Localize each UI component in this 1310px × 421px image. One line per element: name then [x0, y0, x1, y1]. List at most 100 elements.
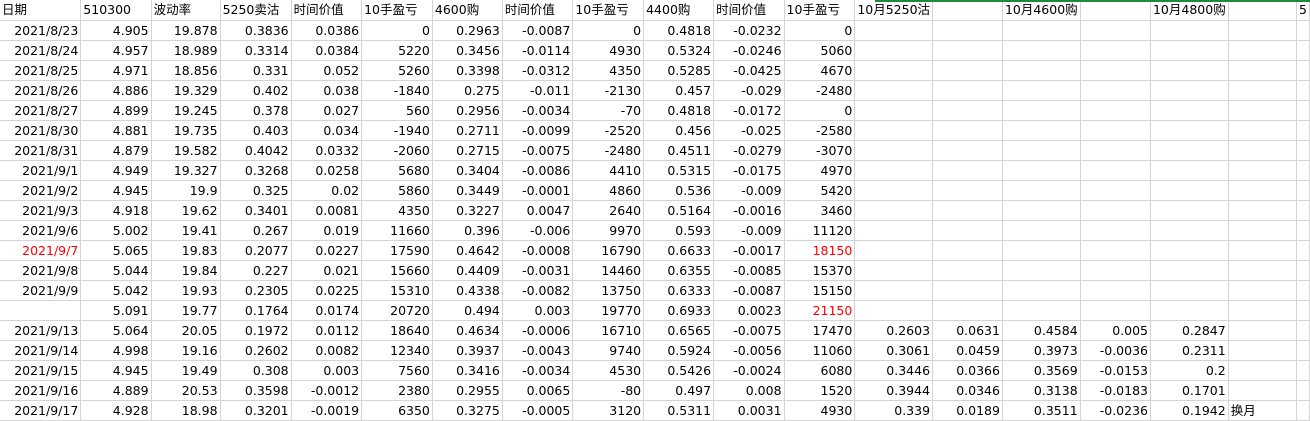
table-cell[interactable]: 4.945 — [80, 360, 152, 381]
table-cell[interactable] — [854, 140, 934, 161]
table-cell[interactable] — [854, 300, 934, 321]
table-cell[interactable]: 5860 — [361, 180, 433, 201]
table-cell[interactable]: 0.5285 — [643, 60, 715, 81]
table-cell[interactable] — [1228, 300, 1297, 321]
table-cell[interactable]: 0.2 — [1150, 360, 1229, 381]
table-cell[interactable]: 17470 — [784, 320, 856, 341]
table-cell[interactable] — [1002, 240, 1081, 261]
table-cell[interactable] — [854, 20, 934, 41]
table-cell[interactable]: 6080 — [784, 360, 856, 381]
header-cell[interactable] — [1080, 0, 1151, 21]
table-cell[interactable] — [854, 280, 934, 301]
table-cell[interactable] — [1002, 100, 1081, 121]
table-cell[interactable]: 0.2711 — [432, 120, 503, 141]
table-cell[interactable]: 0.0384 — [291, 40, 363, 61]
table-cell[interactable]: -0.025 — [713, 120, 785, 141]
table-cell[interactable]: 4.918 — [80, 200, 152, 221]
table-cell[interactable]: 0.1764 — [220, 300, 292, 321]
table-cell[interactable]: -1940 — [361, 120, 433, 141]
table-cell[interactable]: 0.008 — [713, 380, 785, 401]
date-cell[interactable] — [0, 300, 82, 321]
date-cell[interactable]: 2021/9/1 — [0, 160, 82, 181]
table-cell[interactable]: -0.0056 — [713, 340, 785, 361]
table-cell[interactable]: 0.3944 — [854, 380, 934, 401]
table-cell[interactable] — [1150, 300, 1229, 321]
table-cell[interactable]: 0.2603 — [854, 320, 934, 341]
table-cell[interactable]: 0.4409 — [432, 260, 503, 281]
table-cell[interactable]: 0 — [784, 100, 856, 121]
table-cell[interactable] — [1228, 380, 1297, 401]
header-cell[interactable]: 5 — [1296, 0, 1310, 21]
table-cell[interactable] — [932, 140, 1003, 161]
table-cell[interactable] — [1080, 280, 1151, 301]
table-cell[interactable]: 19.93 — [151, 280, 221, 301]
table-cell[interactable]: 0.0346 — [932, 380, 1003, 401]
table-cell[interactable]: 0 — [361, 20, 433, 41]
table-cell[interactable]: 0.4818 — [643, 100, 715, 121]
table-cell[interactable]: 5680 — [361, 160, 433, 181]
table-cell[interactable]: 0.0258 — [291, 160, 363, 181]
table-cell[interactable]: 0.3268 — [220, 160, 292, 181]
table-cell[interactable]: -0.009 — [713, 180, 785, 201]
header-cell[interactable]: 波动率 — [151, 0, 221, 21]
table-cell[interactable]: 0.2715 — [432, 140, 503, 161]
table-cell[interactable]: 5220 — [361, 40, 433, 61]
table-cell[interactable] — [1296, 320, 1310, 341]
table-cell[interactable]: 0.2963 — [432, 20, 503, 41]
date-cell[interactable]: 2021/9/7 — [0, 240, 82, 261]
table-cell[interactable] — [1002, 180, 1081, 201]
table-cell[interactable]: -0.009 — [713, 220, 785, 241]
table-cell[interactable]: -0.0087 — [502, 20, 574, 41]
table-cell[interactable]: -0.0087 — [713, 280, 785, 301]
date-cell[interactable]: 2021/9/13 — [0, 320, 82, 341]
table-cell[interactable]: 3120 — [572, 400, 645, 421]
table-cell[interactable] — [932, 160, 1003, 181]
date-cell[interactable]: 2021/9/9 — [0, 280, 82, 301]
table-cell[interactable]: 4860 — [572, 180, 645, 201]
table-cell[interactable]: -0.0099 — [502, 120, 574, 141]
table-cell[interactable]: 11660 — [361, 220, 433, 241]
table-cell[interactable] — [1150, 160, 1229, 181]
table-cell[interactable]: -0.0017 — [713, 240, 785, 261]
table-cell[interactable]: -0.0114 — [502, 40, 574, 61]
table-cell[interactable]: 0.4634 — [432, 320, 503, 341]
table-cell[interactable] — [1296, 400, 1310, 421]
table-cell[interactable]: 0.2077 — [220, 240, 292, 261]
table-cell[interactable] — [1296, 20, 1310, 41]
table-cell[interactable] — [1150, 100, 1229, 121]
table-cell[interactable]: 0.0366 — [932, 360, 1003, 381]
table-cell[interactable]: 0.3061 — [854, 340, 934, 361]
table-cell[interactable] — [1150, 140, 1229, 161]
table-cell[interactable]: -2130 — [572, 80, 645, 101]
table-cell[interactable] — [1296, 100, 1310, 121]
header-cell[interactable] — [932, 0, 1003, 21]
table-cell[interactable]: 0.3598 — [220, 380, 292, 401]
table-cell[interactable] — [932, 20, 1003, 41]
table-cell[interactable]: 19.329 — [151, 80, 221, 101]
table-cell[interactable]: 0.3404 — [432, 160, 503, 181]
table-cell[interactable]: 5060 — [784, 40, 856, 61]
date-cell[interactable]: 2021/9/15 — [0, 360, 82, 381]
table-cell[interactable]: 19.582 — [151, 140, 221, 161]
table-cell[interactable]: 0.3973 — [1002, 340, 1081, 361]
table-cell[interactable]: -0.0086 — [502, 160, 574, 181]
table-cell[interactable] — [1228, 60, 1297, 81]
table-cell[interactable]: 0.2956 — [432, 100, 503, 121]
table-cell[interactable] — [1080, 80, 1151, 101]
table-cell[interactable]: 0.0023 — [713, 300, 785, 321]
table-cell[interactable] — [1296, 260, 1310, 281]
table-cell[interactable]: 0.0225 — [291, 280, 363, 301]
table-cell[interactable] — [1296, 300, 1310, 321]
table-cell[interactable]: 0.3836 — [220, 20, 292, 41]
table-cell[interactable] — [932, 40, 1003, 61]
header-cell[interactable]: 日期 — [0, 0, 82, 21]
table-cell[interactable]: 0.0189 — [932, 400, 1003, 421]
table-cell[interactable] — [1228, 80, 1297, 101]
table-cell[interactable]: 11060 — [784, 340, 856, 361]
table-cell[interactable] — [1228, 360, 1297, 381]
table-cell[interactable]: 13750 — [572, 280, 645, 301]
table-cell[interactable]: 4410 — [572, 160, 645, 181]
table-cell[interactable] — [1228, 140, 1297, 161]
table-cell[interactable]: 0.6565 — [643, 320, 715, 341]
table-cell[interactable]: 16790 — [572, 240, 645, 261]
